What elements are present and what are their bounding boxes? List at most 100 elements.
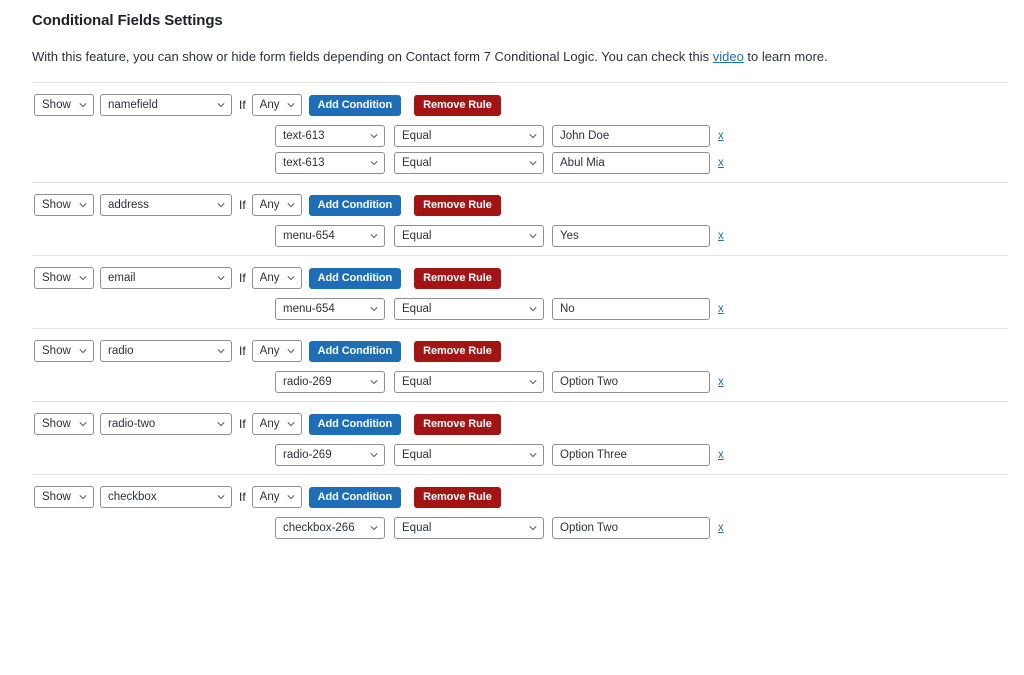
rule-target-field-select[interactable]: namefieldaddressemailradioradio-twocheck… xyxy=(100,413,232,435)
conditions-list: text-613menu-654radio-269checkbox-266 Eq… xyxy=(0,124,1024,182)
add-condition-button[interactable]: Add Condition xyxy=(308,486,402,508)
rule-action-select[interactable]: ShowHide xyxy=(34,94,94,116)
action-select-wrap: ShowHide xyxy=(34,413,94,435)
remove-rule-button[interactable]: Remove Rule xyxy=(414,413,501,435)
condition-value-input[interactable] xyxy=(552,125,710,147)
condition-row: text-613menu-654radio-269checkbox-266 Eq… xyxy=(0,443,1024,467)
condition-field-select[interactable]: text-613menu-654radio-269checkbox-266 xyxy=(275,298,385,320)
rule-match-select[interactable]: AnyAll xyxy=(251,94,302,116)
page-description-text-after: to learn more. xyxy=(743,49,828,64)
delete-condition-link[interactable]: x xyxy=(718,371,724,393)
rule-row: ShowHide namefieldaddressemailradioradio… xyxy=(0,402,1024,435)
rule-action-select[interactable]: ShowHide xyxy=(34,340,94,362)
condition-value-input[interactable] xyxy=(552,371,710,393)
add-condition-button[interactable]: Add Condition xyxy=(308,340,402,362)
rules-list: ShowHide namefieldaddressemailradioradio… xyxy=(0,82,1024,547)
add-condition-button[interactable]: Add Condition xyxy=(308,194,402,216)
target-field-select-wrap: namefieldaddressemailradioradio-twocheck… xyxy=(100,194,232,216)
conditions-list: text-613menu-654radio-269checkbox-266 Eq… xyxy=(0,224,1024,255)
delete-condition-link[interactable]: x xyxy=(718,517,724,539)
rule-block: ShowHide namefieldaddressemailradioradio… xyxy=(0,182,1024,255)
if-label: If xyxy=(239,98,246,112)
remove-rule-button[interactable]: Remove Rule xyxy=(414,486,501,508)
conditions-list: text-613menu-654radio-269checkbox-266 Eq… xyxy=(0,516,1024,547)
match-select-wrap: AnyAll xyxy=(251,340,302,362)
rule-action-select[interactable]: ShowHide xyxy=(34,486,94,508)
match-select-wrap: AnyAll xyxy=(251,194,302,216)
condition-field-select[interactable]: text-613menu-654radio-269checkbox-266 xyxy=(275,371,385,393)
action-select-wrap: ShowHide xyxy=(34,340,94,362)
condition-value-input[interactable] xyxy=(552,152,710,174)
page-title: Conditional Fields Settings xyxy=(32,12,223,29)
delete-condition-link[interactable]: x xyxy=(718,125,724,147)
delete-condition-link[interactable]: x xyxy=(718,444,724,466)
condition-operator-select[interactable]: EqualNot EqualContainsGreater ThanLess T… xyxy=(394,152,544,174)
remove-rule-button[interactable]: Remove Rule xyxy=(414,340,501,362)
condition-operator-select[interactable]: EqualNot EqualContainsGreater ThanLess T… xyxy=(394,298,544,320)
delete-condition-link[interactable]: x xyxy=(718,152,724,174)
remove-rule-button[interactable]: Remove Rule xyxy=(414,194,501,216)
target-field-select-wrap: namefieldaddressemailradioradio-twocheck… xyxy=(100,94,232,116)
match-select-wrap: AnyAll xyxy=(251,267,302,289)
condition-operator-select-wrap: EqualNot EqualContainsGreater ThanLess T… xyxy=(394,517,544,539)
rule-match-select[interactable]: AnyAll xyxy=(251,413,302,435)
condition-row: text-613menu-654radio-269checkbox-266 Eq… xyxy=(0,224,1024,248)
condition-value-input[interactable] xyxy=(552,517,710,539)
delete-condition-link[interactable]: x xyxy=(718,298,724,320)
condition-field-select[interactable]: text-613menu-654radio-269checkbox-266 xyxy=(275,152,385,174)
condition-field-select[interactable]: text-613menu-654radio-269checkbox-266 xyxy=(275,517,385,539)
remove-rule-button[interactable]: Remove Rule xyxy=(414,267,501,289)
action-select-wrap: ShowHide xyxy=(34,267,94,289)
condition-operator-select[interactable]: EqualNot EqualContainsGreater ThanLess T… xyxy=(394,517,544,539)
add-condition-button[interactable]: Add Condition xyxy=(308,267,402,289)
rule-target-field-select[interactable]: namefieldaddressemailradioradio-twocheck… xyxy=(100,340,232,362)
condition-row: text-613menu-654radio-269checkbox-266 Eq… xyxy=(0,516,1024,540)
condition-value-input[interactable] xyxy=(552,298,710,320)
rule-action-select[interactable]: ShowHide xyxy=(34,267,94,289)
conditions-list: text-613menu-654radio-269checkbox-266 Eq… xyxy=(0,370,1024,401)
add-condition-button[interactable]: Add Condition xyxy=(308,413,402,435)
condition-operator-select[interactable]: EqualNot EqualContainsGreater ThanLess T… xyxy=(394,444,544,466)
match-select-wrap: AnyAll xyxy=(251,486,302,508)
condition-field-select-wrap: text-613menu-654radio-269checkbox-266 xyxy=(275,444,385,466)
rule-target-field-select[interactable]: namefieldaddressemailradioradio-twocheck… xyxy=(100,194,232,216)
rule-target-field-select[interactable]: namefieldaddressemailradioradio-twocheck… xyxy=(100,486,232,508)
condition-field-select[interactable]: text-613menu-654radio-269checkbox-266 xyxy=(275,125,385,147)
rule-target-field-select[interactable]: namefieldaddressemailradioradio-twocheck… xyxy=(100,267,232,289)
remove-rule-button[interactable]: Remove Rule xyxy=(414,94,501,116)
condition-operator-select[interactable]: EqualNot EqualContainsGreater ThanLess T… xyxy=(394,125,544,147)
if-label: If xyxy=(239,271,246,285)
condition-operator-select[interactable]: EqualNot EqualContainsGreater ThanLess T… xyxy=(394,225,544,247)
rule-row: ShowHide namefieldaddressemailradioradio… xyxy=(0,329,1024,362)
rule-row: ShowHide namefieldaddressemailradioradio… xyxy=(0,475,1024,508)
condition-field-select[interactable]: text-613menu-654radio-269checkbox-266 xyxy=(275,444,385,466)
condition-operator-select[interactable]: EqualNot EqualContainsGreater ThanLess T… xyxy=(394,371,544,393)
rule-match-select[interactable]: AnyAll xyxy=(251,486,302,508)
rule-match-select[interactable]: AnyAll xyxy=(251,267,302,289)
rule-action-select[interactable]: ShowHide xyxy=(34,194,94,216)
rule-target-field-select[interactable]: namefieldaddressemailradioradio-twocheck… xyxy=(100,94,232,116)
condition-row: text-613menu-654radio-269checkbox-266 Eq… xyxy=(0,297,1024,321)
if-label: If xyxy=(239,344,246,358)
rule-block: ShowHide namefieldaddressemailradioradio… xyxy=(0,255,1024,328)
condition-field-select[interactable]: text-613menu-654radio-269checkbox-266 xyxy=(275,225,385,247)
add-condition-button[interactable]: Add Condition xyxy=(308,94,402,116)
rule-block: ShowHide namefieldaddressemailradioradio… xyxy=(0,328,1024,401)
condition-field-select-wrap: text-613menu-654radio-269checkbox-266 xyxy=(275,298,385,320)
action-select-wrap: ShowHide xyxy=(34,194,94,216)
rule-match-select[interactable]: AnyAll xyxy=(251,340,302,362)
delete-condition-link[interactable]: x xyxy=(718,225,724,247)
target-field-select-wrap: namefieldaddressemailradioradio-twocheck… xyxy=(100,486,232,508)
match-select-wrap: AnyAll xyxy=(251,413,302,435)
rule-action-select[interactable]: ShowHide xyxy=(34,413,94,435)
conditions-list: text-613menu-654radio-269checkbox-266 Eq… xyxy=(0,443,1024,474)
video-link[interactable]: video xyxy=(713,49,744,64)
condition-value-input[interactable] xyxy=(552,444,710,466)
condition-operator-select-wrap: EqualNot EqualContainsGreater ThanLess T… xyxy=(394,125,544,147)
rule-match-select[interactable]: AnyAll xyxy=(251,194,302,216)
condition-value-input[interactable] xyxy=(552,225,710,247)
condition-field-select-wrap: text-613menu-654radio-269checkbox-266 xyxy=(275,225,385,247)
rule-row: ShowHide namefieldaddressemailradioradio… xyxy=(0,256,1024,289)
page-description: With this feature, you can show or hide … xyxy=(0,31,1024,65)
rule-row: ShowHide namefieldaddressemailradioradio… xyxy=(0,183,1024,216)
